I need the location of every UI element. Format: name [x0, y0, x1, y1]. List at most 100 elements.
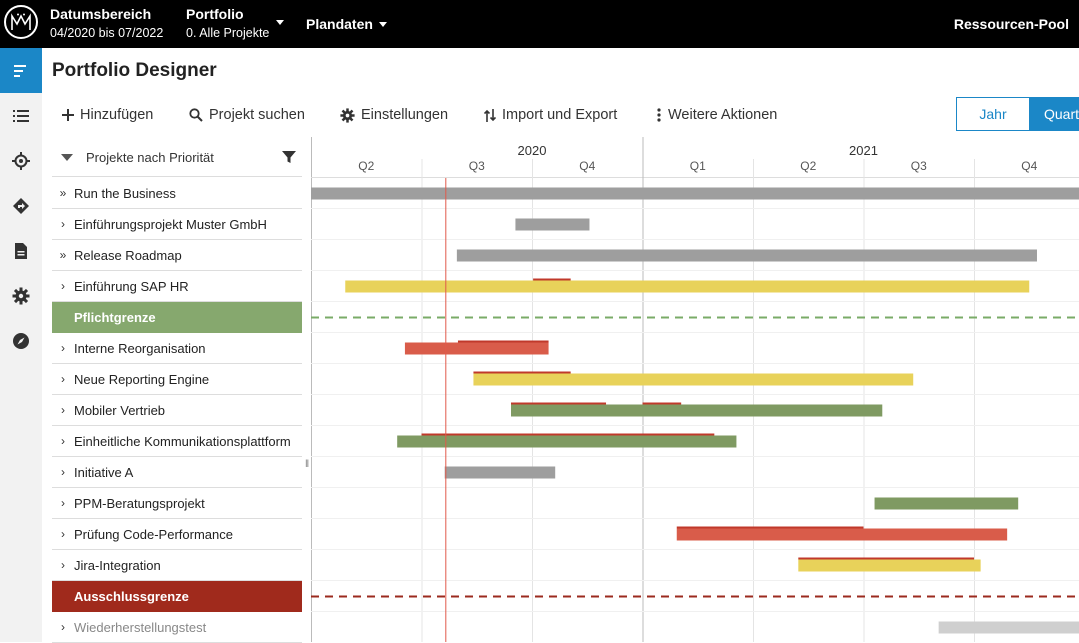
import-export-button[interactable]: Import und Export: [484, 104, 617, 126]
chevron-right-icon[interactable]: ›: [52, 434, 74, 448]
date-range-label: Datumsbereich: [50, 6, 152, 22]
chevron-right-icon[interactable]: ›: [52, 217, 74, 231]
ressourcen-pool-link[interactable]: Ressourcen-Pool: [954, 16, 1069, 34]
milestone-marker: [511, 402, 607, 405]
route-icon[interactable]: [0, 183, 42, 228]
view-quarter-button[interactable]: Quartal: [1030, 97, 1079, 131]
project-row-label: Release Roadmap: [74, 247, 182, 263]
chevron-right-icon[interactable]: ›: [52, 372, 74, 386]
pflichtgrenze-row[interactable]: Pflichtgrenze: [52, 302, 302, 333]
project-list-header: Projekte nach Priorität: [52, 137, 302, 177]
portfolio-dropdown-icon[interactable]: [276, 20, 284, 25]
menu-icon[interactable]: [0, 48, 42, 93]
milestone-marker: [421, 433, 715, 436]
quarter-label: Q4: [579, 159, 595, 173]
milestone-marker: [798, 557, 974, 560]
date-range-selector[interactable]: Datumsbereich 04/2020 bis 07/2022: [50, 6, 163, 41]
milestone-marker: [676, 526, 864, 529]
project-bar: [515, 218, 590, 231]
chevron-right-icon[interactable]: ›: [52, 403, 74, 417]
double-chevron-right-icon[interactable]: »: [52, 186, 74, 200]
project-row-label: Einführung SAP HR: [74, 278, 189, 294]
project-row[interactable]: › Einführung SAP HR: [52, 271, 302, 302]
collapse-triangle-icon[interactable]: [61, 154, 73, 161]
quarter-label: Q4: [1021, 159, 1037, 173]
quarter-label: Q2: [800, 159, 816, 173]
project-row-label: Pflichtgrenze: [74, 310, 156, 325]
target-icon[interactable]: [0, 138, 42, 183]
chevron-right-icon[interactable]: ›: [52, 527, 74, 541]
search-project-button[interactable]: Projekt suchen: [189, 104, 305, 126]
project-row[interactable]: › Wiederherstellungstest: [52, 612, 302, 643]
chevron-right-icon[interactable]: ›: [52, 279, 74, 293]
chevron-right-icon[interactable]: ›: [52, 620, 74, 634]
swap-vertical-icon: [484, 108, 496, 122]
year-label: 2020: [518, 143, 547, 158]
portfolio-value: 0. Alle Projekte: [186, 26, 270, 40]
quarter-label: Q3: [469, 159, 485, 173]
project-bar: [798, 559, 981, 572]
project-row-label: Ausschlussgrenze: [74, 589, 189, 604]
view-year-button[interactable]: Jahr: [956, 97, 1030, 131]
project-bar: [311, 187, 1079, 200]
project-row-label: Wiederherstellungstest: [74, 619, 207, 635]
chevron-right-icon[interactable]: ›: [52, 496, 74, 510]
app-logo[interactable]: [4, 5, 38, 39]
double-chevron-right-icon[interactable]: »: [52, 248, 74, 262]
date-range-value: 04/2020 bis 07/2022: [50, 26, 164, 40]
project-row[interactable]: › Einführungsprojekt Muster GmbH: [52, 209, 302, 240]
project-bar: [874, 497, 1019, 510]
quarter-label: Q1: [690, 159, 706, 173]
add-button[interactable]: Hinzufügen: [62, 104, 153, 126]
compass-icon[interactable]: [0, 318, 42, 363]
milestone-marker: [533, 278, 571, 281]
document-icon[interactable]: [0, 228, 42, 273]
project-row-label: Jira-Integration: [74, 557, 161, 573]
project-row[interactable]: › Prüfung Code-Performance: [52, 519, 302, 550]
plus-icon: [62, 109, 74, 121]
page-title: Portfolio Designer: [52, 60, 217, 81]
project-row[interactable]: › Initiative A: [52, 457, 302, 488]
project-row[interactable]: › Interne Reorganisation: [52, 333, 302, 364]
list-icon[interactable]: [0, 93, 42, 138]
project-row-label: Run the Business: [74, 185, 176, 201]
project-list-header-label: Projekte nach Priorität: [86, 150, 214, 165]
chevron-down-icon: [378, 22, 387, 28]
project-row[interactable]: › Mobiler Vertrieb: [52, 395, 302, 426]
project-row-label: Prüfung Code-Performance: [74, 526, 233, 542]
ausschlussgrenze-row[interactable]: Ausschlussgrenze: [52, 581, 302, 612]
project-row[interactable]: » Run the Business: [52, 178, 302, 209]
chevron-right-icon[interactable]: ›: [52, 341, 74, 355]
project-row-label: Einheitliche Kommunikationsplattform: [74, 433, 291, 449]
project-bar: [397, 435, 737, 448]
project-row[interactable]: › Einheitliche Kommunikationsplattform: [52, 426, 302, 457]
left-nav: [0, 48, 42, 642]
portfolio-selector[interactable]: Portfolio 0. Alle Projekte: [186, 6, 269, 41]
project-row-label: Einführungsprojekt Muster GmbH: [74, 216, 267, 232]
plandaten-label: Plandaten: [306, 16, 373, 32]
plandaten-menu[interactable]: Plandaten: [306, 16, 387, 34]
project-row-label: Interne Reorganisation: [74, 340, 206, 356]
gantt-chart: Q2 Q3 Q4 Q1 Q2 Q3 Q4 2020 2021: [311, 137, 1079, 642]
more-actions-button[interactable]: Weitere Aktionen: [656, 104, 777, 126]
project-bar: [456, 249, 1037, 262]
search-project-label: Projekt suchen: [209, 107, 305, 123]
filter-icon[interactable]: [282, 150, 296, 164]
panel-splitter-handle[interactable]: ‖: [305, 459, 309, 470]
milestone-marker: [473, 371, 571, 374]
project-row[interactable]: › Neue Reporting Engine: [52, 364, 302, 395]
milestone-marker: [457, 340, 549, 343]
quarter-label: Q3: [911, 159, 927, 173]
project-row[interactable]: › Jira-Integration: [52, 550, 302, 581]
project-row[interactable]: › PPM-Beratungsprojekt: [52, 488, 302, 519]
project-row-label: Neue Reporting Engine: [74, 371, 210, 387]
project-bar: [444, 466, 556, 479]
chevron-right-icon[interactable]: ›: [52, 558, 74, 572]
portfolio-label: Portfolio: [186, 6, 244, 22]
chevron-right-icon[interactable]: ›: [52, 465, 74, 479]
search-icon: [189, 108, 203, 122]
settings-button[interactable]: Einstellungen: [340, 104, 448, 126]
project-row[interactable]: » Release Roadmap: [52, 240, 302, 271]
gear-icon[interactable]: [0, 273, 42, 318]
more-actions-label: Weitere Aktionen: [668, 107, 778, 123]
